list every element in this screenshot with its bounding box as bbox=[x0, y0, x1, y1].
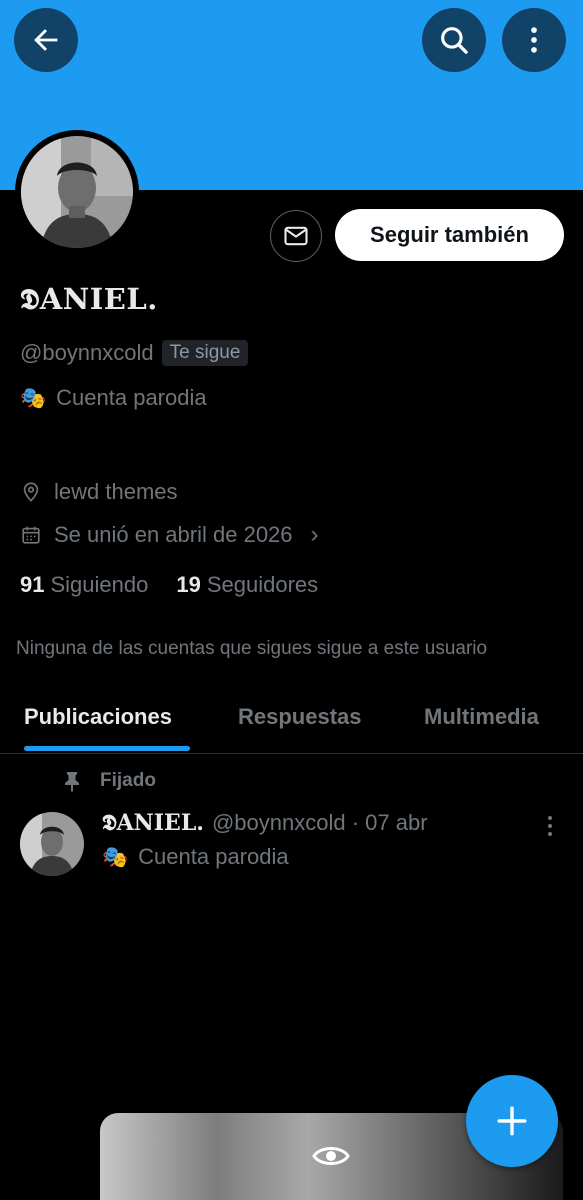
post-header: 𝕯ANIEL. @boynnxcold · 07 abr bbox=[102, 810, 428, 836]
search-icon bbox=[441, 27, 468, 54]
active-tab-indicator bbox=[24, 746, 190, 751]
profile-avatar[interactable] bbox=[15, 130, 139, 254]
more-vertical-icon bbox=[531, 27, 537, 53]
message-button[interactable] bbox=[270, 210, 322, 262]
following-stat[interactable]: 91 Siguiendo bbox=[20, 572, 148, 598]
more-options-button[interactable] bbox=[502, 8, 566, 72]
location-pin-icon bbox=[23, 482, 39, 502]
profile-handle: @boynnxcold bbox=[20, 340, 154, 365]
following-label: Siguiendo bbox=[50, 572, 149, 597]
post-author-avatar[interactable] bbox=[20, 812, 84, 876]
envelope-icon bbox=[284, 226, 308, 246]
compose-fab[interactable] bbox=[466, 1075, 558, 1167]
post-body-text: Cuenta parodia bbox=[138, 844, 289, 869]
parody-mask-icon: 🎭 bbox=[20, 386, 47, 410]
followers-count: 19 bbox=[176, 572, 201, 597]
joined-row[interactable]: Se unió en abril de 2026 › bbox=[20, 521, 319, 549]
plus-icon bbox=[497, 1106, 527, 1136]
post-more-icon[interactable] bbox=[540, 814, 560, 838]
parody-label-row: 🎭 Cuenta parodia bbox=[20, 385, 207, 411]
avatar-image bbox=[21, 136, 133, 248]
follows-you-badge: Te sigue bbox=[161, 340, 249, 366]
following-count: 91 bbox=[20, 572, 45, 597]
followers-stat[interactable]: 19 Seguidores bbox=[176, 572, 318, 598]
pinned-indicator: Fijado bbox=[62, 770, 156, 792]
tab-multimedia[interactable]: Multimedia bbox=[424, 704, 539, 730]
pin-icon bbox=[65, 772, 79, 792]
follow-back-button[interactable]: Seguir también bbox=[335, 209, 564, 261]
post-author-name[interactable]: 𝕯ANIEL. bbox=[102, 810, 204, 836]
location-row: lewd themes bbox=[20, 479, 178, 505]
joined-text: Se unió en abril de 2026 bbox=[54, 522, 293, 547]
chevron-right-icon: › bbox=[310, 521, 319, 548]
post-meta: @boynnxcold · 07 abr bbox=[211, 810, 428, 835]
pinned-label: Fijado bbox=[100, 770, 156, 791]
back-arrow-icon bbox=[34, 29, 58, 51]
tab-respuestas[interactable]: Respuestas bbox=[238, 704, 362, 730]
mutuals-note: Ninguna de las cuentas que sigues sigue … bbox=[16, 638, 488, 659]
calendar-icon bbox=[22, 526, 40, 544]
location-text: lewd themes bbox=[54, 479, 178, 504]
follow-stats: 91 Siguiendo 19 Seguidores bbox=[20, 572, 318, 598]
handle-row: @boynnxcold Te sigue bbox=[20, 340, 249, 366]
parody-mask-icon: 🎭 bbox=[102, 845, 129, 869]
back-button[interactable] bbox=[14, 8, 78, 72]
profile-tabs: Publicaciones Respuestas Multimedia bbox=[0, 688, 583, 754]
search-button[interactable] bbox=[422, 8, 486, 72]
tab-publicaciones[interactable]: Publicaciones bbox=[24, 704, 172, 730]
eye-icon bbox=[312, 1147, 350, 1165]
profile-name: 𝕯ANIEL. bbox=[20, 282, 158, 316]
followers-label: Seguidores bbox=[206, 572, 319, 597]
parody-label: Cuenta parodia bbox=[56, 385, 207, 410]
post-body: 🎭 Cuenta parodia bbox=[102, 844, 289, 870]
